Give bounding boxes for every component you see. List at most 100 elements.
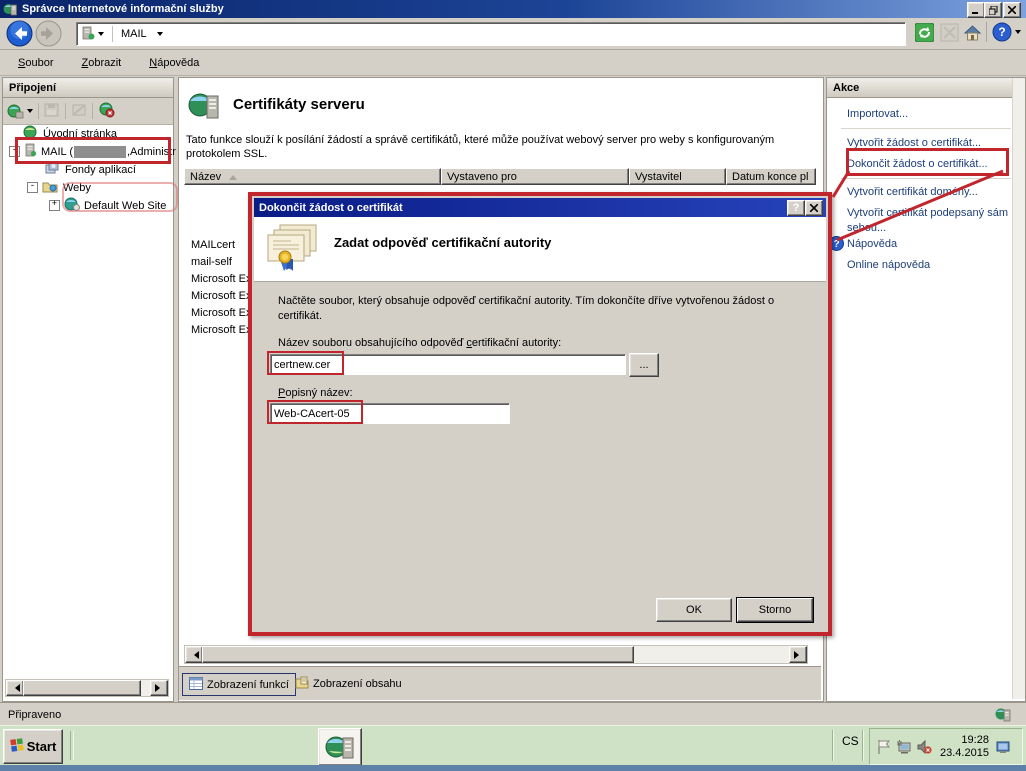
volume-muted-icon[interactable] [914,737,934,757]
scroll-thumb[interactable] [23,680,141,696]
annotation-mail-node [15,137,171,164]
action-napoveda[interactable]: Nápověda [847,238,897,250]
features-view-icon [189,677,203,693]
annotation-file-value [267,351,344,375]
statusbar: Připraveno [0,702,1026,727]
actions-divider [841,128,1011,130]
dialog-close-icon[interactable] [805,200,823,216]
connections-hscrollbar[interactable] [5,679,169,697]
screen-bottom-edge [0,765,1026,771]
status-iis-icon [995,706,1011,725]
ok-button[interactable]: OK [656,598,732,622]
column-nazev[interactable]: Název [184,168,441,185]
language-indicator[interactable]: CS [842,734,859,748]
actions-vscrollbar[interactable] [1012,78,1025,699]
forward-button[interactable] [35,20,62,50]
browse-button[interactable]: ... [629,353,659,377]
create-connection-icon[interactable] [7,103,33,119]
column-vystavitel[interactable]: Vystavitel [629,168,726,185]
main-hscrollbar[interactable] [184,645,808,664]
restore-button[interactable] [984,2,1002,18]
address-node[interactable]: MAIL [121,28,147,40]
list-item[interactable]: Microsoft Ex [191,273,252,285]
clock[interactable]: 19:28 23.4.2015 [940,734,989,760]
taskbar-separator [70,731,74,760]
help-dropdown-icon[interactable] [1015,30,1021,37]
menu-napoveda[interactable]: Nápověda [149,57,199,69]
desktop-screen: Správce Internetové informační služby MA… [0,0,1026,771]
scroll-left-icon[interactable] [6,680,24,696]
refresh-icon[interactable] [915,23,934,45]
action-online-napoveda[interactable]: Online nápověda [847,259,930,271]
start-label: Start [27,739,57,754]
windows-flag-icon [10,738,24,755]
scroll-right-icon[interactable] [150,680,168,696]
certificates-icon [266,223,322,278]
address-toolbar: MAIL ? [0,18,1026,50]
address-dropdown-icon[interactable] [157,32,163,39]
delete-connection-icon[interactable] [98,102,115,121]
list-item[interactable]: Microsoft Ex [191,290,252,302]
dialog-titlebar: Dokončit žádost o certifikát ? [254,198,826,217]
window-title: Správce Internetové informační služby [22,3,224,15]
view-tabs: Zobrazení funkcí Zobrazení obsahu [179,666,821,700]
start-button[interactable]: Start [3,729,63,764]
menu-soubor[interactable]: Soubor [18,57,53,69]
action-self-signed[interactable]: Vytvořit certifikát podepsaný sám sebou.… [847,206,1015,236]
tray-separator2 [862,730,864,761]
annotation-default-web-site [62,182,178,212]
column-vystaveno-pro[interactable]: Vystaveno pro [441,168,629,185]
collapse-icon-weby[interactable]: - [27,182,38,193]
dialog-heading: Zadat odpověď certifikační autority [334,235,551,250]
list-item[interactable]: MAILcert [191,239,235,251]
create-connection-dropdown-icon[interactable] [27,109,33,116]
list-item[interactable]: mail-self [191,256,232,268]
flag-icon[interactable] [874,737,894,757]
connections-toolbar [3,98,173,125]
address-bar[interactable]: MAIL [76,22,906,46]
scroll-left-icon[interactable] [185,646,203,663]
taskbar: Start >_ ME CS [0,725,1026,766]
file-field-label: Název souboru obsahujícího odpověď certi… [278,337,561,349]
list-item[interactable]: Microsoft Ex [191,324,252,336]
show-desktop-icon[interactable] [993,737,1013,757]
tab-zobrazeni-obsahu[interactable]: Zobrazení obsahu [289,673,408,694]
cancel-button[interactable]: Storno [737,598,813,622]
window-titlebar: Správce Internetové informační služby [0,0,1026,18]
save-connection-icon-disabled [44,102,60,121]
page-title: Certifikáty serveru [233,96,365,113]
list-item[interactable]: Microsoft Ex [191,307,252,319]
close-icon[interactable] [1003,2,1021,18]
action-certifikat-domeny[interactable]: Vytvořit certifikát domény... [847,186,978,198]
menubar: Soubor Zobrazit Nápověda [0,50,1026,76]
server-certificates-icon [187,90,221,125]
menu-zobrazit[interactable]: Zobrazit [81,57,121,69]
tb-sep2 [65,103,66,119]
tab-zobrazeni-funkci[interactable]: Zobrazení funkcí [182,673,296,696]
back-button[interactable] [6,20,33,50]
help-menu-button[interactable]: ? [992,22,1021,42]
actions-header: Akce [827,78,1025,98]
expand-icon[interactable]: + [49,200,60,211]
scroll-right-icon[interactable] [789,646,807,663]
minimize-button[interactable] [967,2,985,18]
taskbar-iis-active-button[interactable] [318,728,362,766]
column-datum-konce[interactable]: Datum konce pl [726,168,816,185]
system-tray: 19:28 23.4.2015 [869,728,1023,765]
connections-header: Připojení [3,78,173,98]
dialog-title: Dokončit žádost o certifikát [259,202,403,214]
home-icon[interactable] [963,23,982,45]
network-icon[interactable] [894,737,914,757]
connections-panel: Připojení Úvodní stránka - [2,77,174,702]
tray-time: 19:28 [940,734,989,747]
scroll-thumb[interactable] [202,646,634,663]
action-importovat[interactable]: Importovat... [847,108,908,120]
tray-date: 23.4.2015 [940,747,989,760]
dialog-help-icon[interactable]: ? [787,200,805,216]
address-separator [112,26,113,42]
annotation-dokoncit-action [846,148,1009,176]
content-view-icon [295,676,309,692]
server-icon [81,26,95,43]
address-scope-dropdown-icon[interactable] [98,32,104,39]
svg-text:?: ? [998,25,1005,39]
